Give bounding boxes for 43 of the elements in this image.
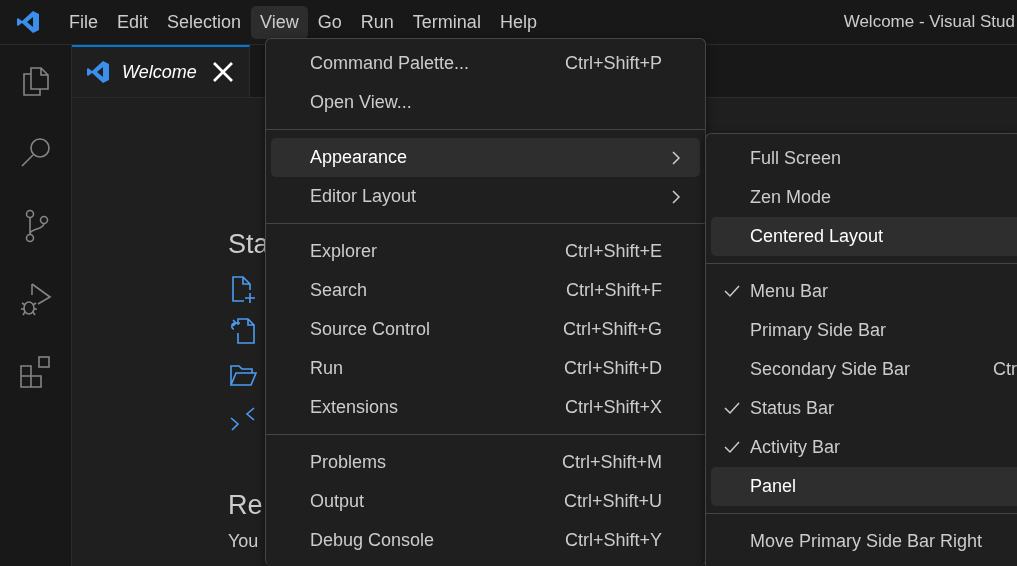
recent-text: You [228, 531, 259, 552]
menu-item[interactable]: Run Ctrl+Shift+D [271, 349, 700, 388]
menu-item[interactable]: Full Screen [711, 139, 1017, 178]
menu-item[interactable]: Move Primary Side Bar Right [711, 522, 1017, 561]
top-menu-title[interactable]: View [251, 5, 308, 39]
menu-item[interactable]: Appearance [271, 138, 700, 177]
top-menu-title[interactable]: File [60, 5, 107, 39]
menu-item[interactable]: Editor Layout [271, 177, 700, 216]
menu-item[interactable]: Output Ctrl+Shift+U [271, 482, 700, 521]
top-menu-title[interactable]: Go [308, 5, 351, 39]
chevron-right-icon [671, 151, 681, 165]
menu-item[interactable]: Open View... [271, 83, 700, 122]
menu-item[interactable]: Panel [711, 467, 1017, 506]
menu-item[interactable]: Secondary Side Bar Ctr [711, 350, 1017, 389]
section-heading: Re [228, 489, 263, 521]
menu-item[interactable]: Primary Side Bar [711, 311, 1017, 350]
menu-item[interactable]: Extensions Ctrl+Shift+X [271, 388, 700, 427]
menu-item[interactable]: Status Bar [711, 389, 1017, 428]
menu-item[interactable]: Source Control Ctrl+Shift+G [271, 310, 700, 349]
menu-item[interactable]: Zen Mode [711, 178, 1017, 217]
check-icon [724, 400, 740, 416]
menu-item[interactable]: Command Palette... Ctrl+Shift+P [271, 44, 700, 83]
window-title: Welcome - Visual Stud [843, 12, 1015, 32]
menu-item[interactable]: Debug Console Ctrl+Shift+Y [271, 521, 700, 560]
top-menu-title[interactable]: Selection [158, 5, 251, 39]
top-menu-title[interactable]: Run [351, 5, 403, 39]
editor-tab[interactable]: Welcome [72, 45, 250, 97]
app-logo-icon [16, 10, 40, 34]
top-menu-title[interactable]: Terminal [403, 5, 490, 39]
top-menu-title[interactable]: Edit [108, 5, 158, 39]
open-file-icon[interactable] [228, 317, 258, 347]
menu-item[interactable]: Activity Bar [711, 428, 1017, 467]
menu-item[interactable]: Search Ctrl+Shift+F [271, 271, 700, 310]
top-menu-title[interactable]: Help [490, 5, 546, 39]
app-logo-icon [86, 60, 110, 84]
menu-item[interactable]: Problems Ctrl+Shift+M [271, 443, 700, 482]
check-icon [724, 283, 740, 299]
menu-item[interactable]: Explorer Ctrl+Shift+E [271, 232, 700, 271]
close-icon[interactable] [211, 60, 235, 84]
chevron-right-icon [671, 190, 681, 204]
menu-item[interactable]: Menu Bar [711, 272, 1017, 311]
menu-item[interactable]: Centered Layout [711, 217, 1017, 256]
check-icon [724, 439, 740, 455]
